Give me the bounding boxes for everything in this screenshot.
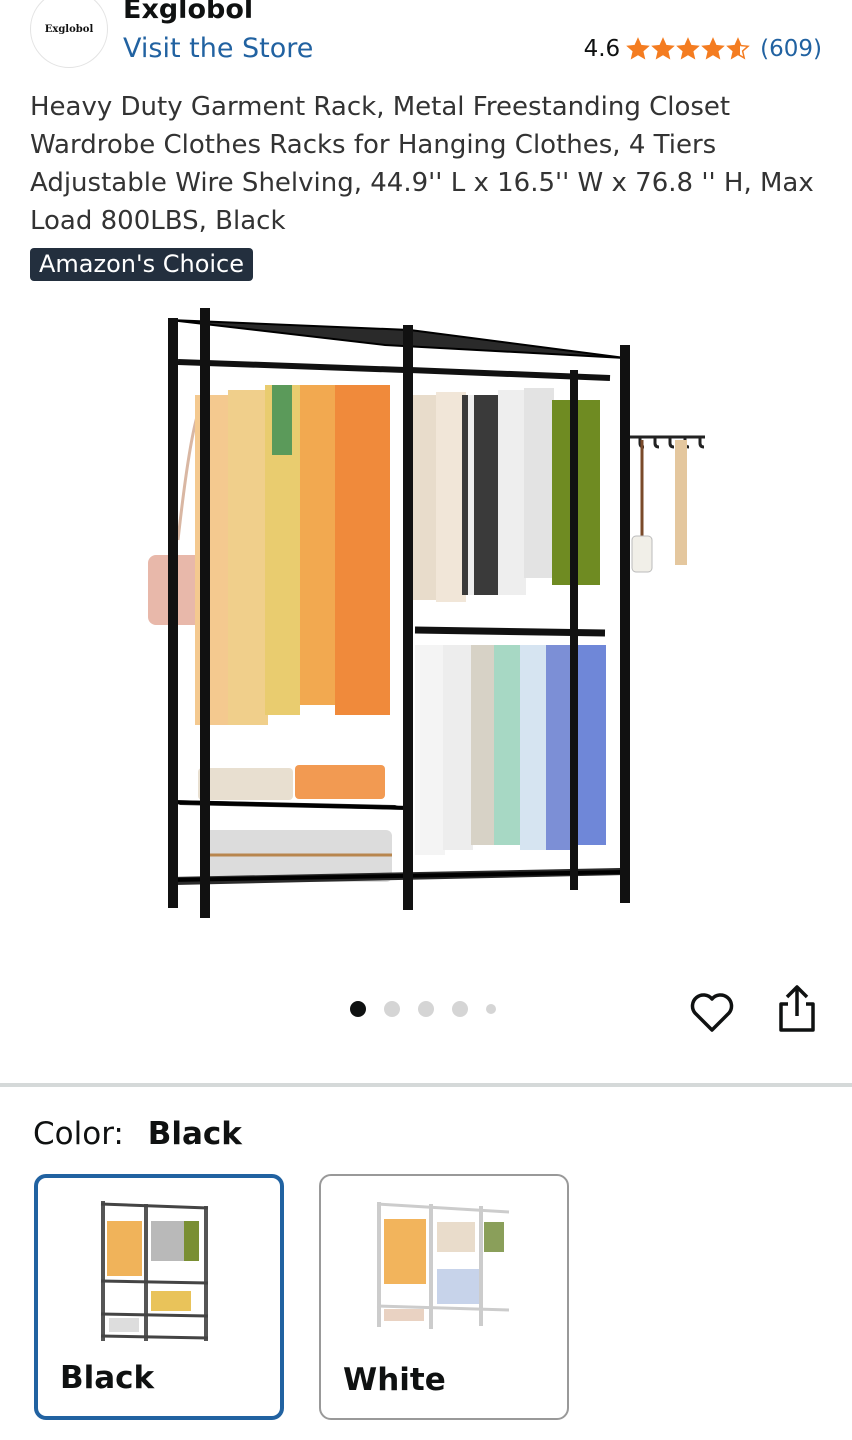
selected-color: Black	[147, 1116, 242, 1152]
share-icon[interactable]	[775, 984, 819, 1034]
brand-name: Exglobol	[123, 0, 254, 25]
color-option-label: White	[343, 1362, 446, 1398]
carousel-dot[interactable]	[384, 1001, 400, 1017]
store-logo[interactable]: Exglobol	[30, 0, 108, 68]
carousel-dot[interactable]	[486, 1004, 496, 1014]
color-option-black[interactable]: Black	[34, 1174, 284, 1420]
rating-summary[interactable]: 4.6 (609)	[584, 36, 822, 62]
color-variation-label: Color: Black	[33, 1116, 242, 1152]
black-rack-thumbnail	[100, 1201, 209, 1341]
rating-value: 4.6	[583, 36, 621, 62]
amazons-choice-badge: Amazon's Choice	[30, 248, 254, 281]
product-title: Heavy Duty Garment Rack, Metal Freestand…	[30, 92, 814, 236]
section-divider	[0, 1083, 852, 1087]
visit-store-link[interactable]: Visit the Store	[123, 33, 313, 64]
carousel-dot[interactable]	[350, 1001, 366, 1017]
carousel-dot[interactable]	[418, 1001, 434, 1017]
carousel-dot[interactable]	[452, 1001, 468, 1017]
heart-icon[interactable]	[688, 988, 736, 1036]
star-icon	[626, 37, 650, 60]
garment-rack-product-image[interactable]	[140, 300, 720, 930]
color-option-white[interactable]: White	[319, 1174, 569, 1420]
white-rack-thumbnail	[376, 1202, 510, 1329]
color-option-label: Black	[60, 1360, 155, 1396]
star-icon	[676, 37, 700, 60]
rating-count[interactable]: (609)	[760, 36, 822, 62]
star-icon	[701, 37, 725, 60]
star-icon	[651, 37, 675, 60]
star-icon	[726, 37, 750, 60]
image-carousel-dots[interactable]	[350, 1001, 496, 1017]
star-rating	[626, 37, 750, 61]
color-label: Color:	[33, 1116, 124, 1152]
